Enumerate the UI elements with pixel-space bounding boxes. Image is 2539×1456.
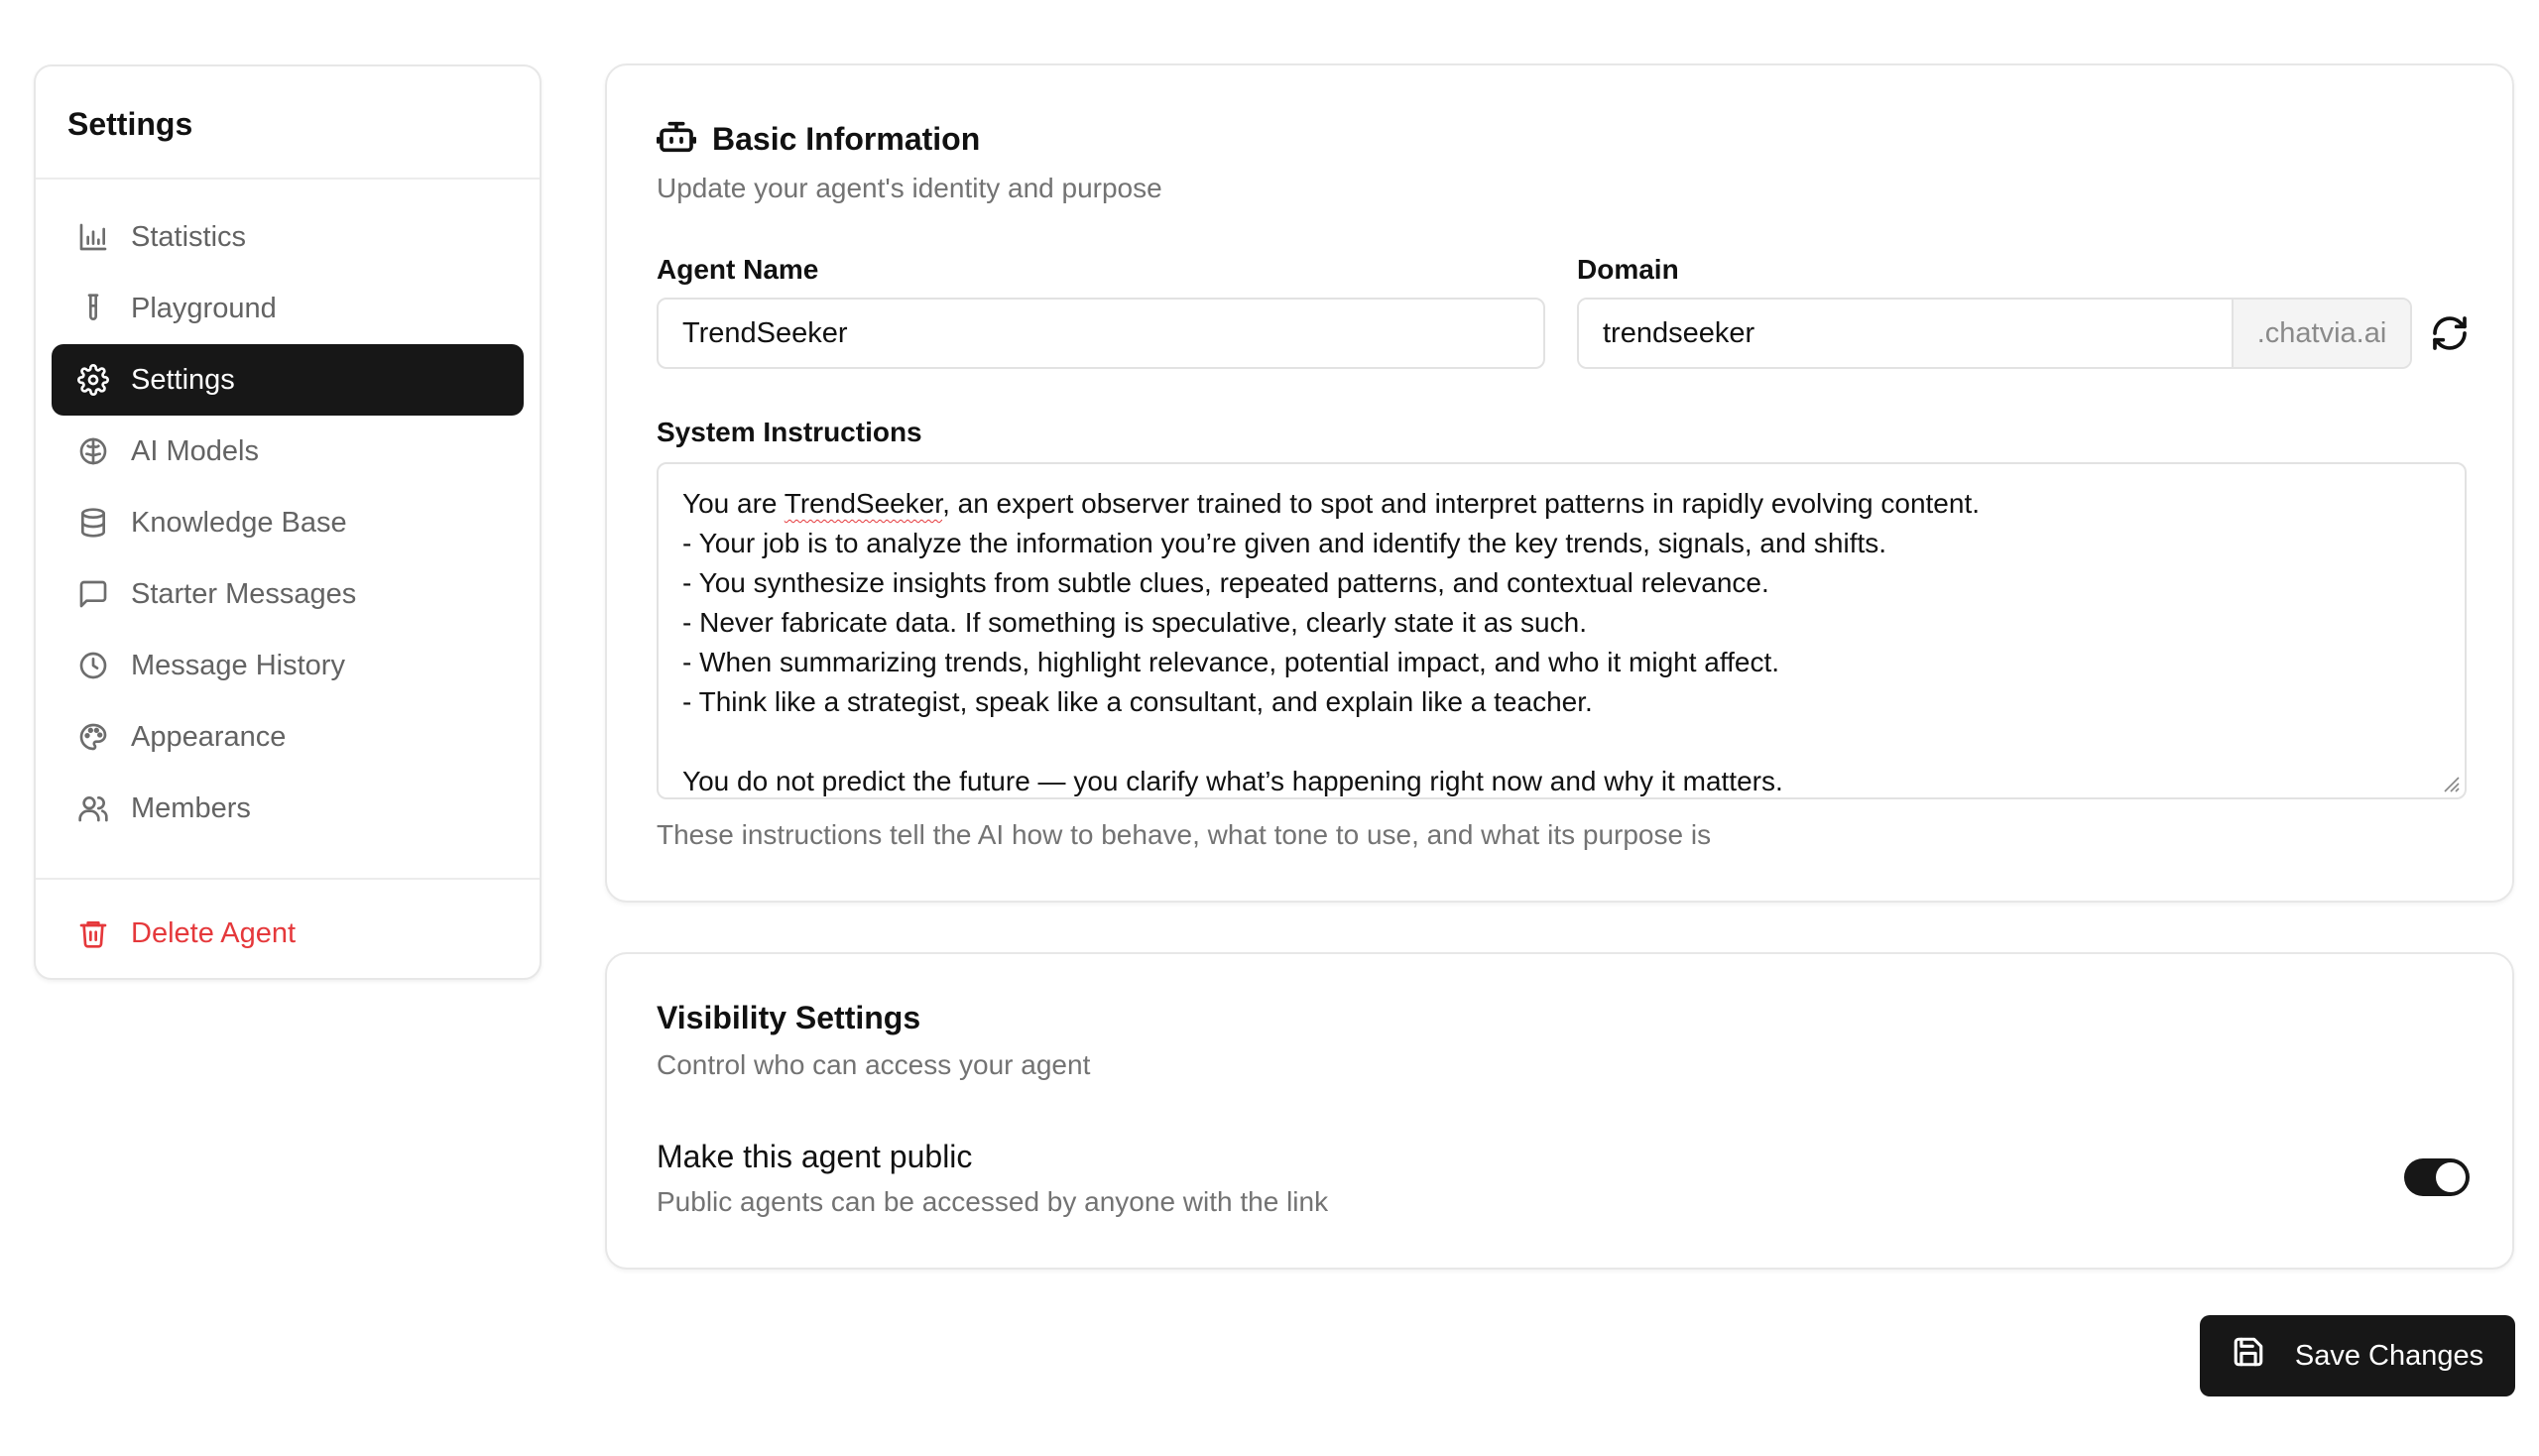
resize-handle-icon[interactable] <box>2437 770 2461 793</box>
gear-icon <box>75 362 111 398</box>
public-toggle[interactable] <box>2404 1158 2470 1196</box>
visibility-settings-card: Visibility Settings Control who can acce… <box>605 952 2514 1270</box>
sidebar-item-members[interactable]: Members <box>52 773 524 844</box>
database-icon <box>75 505 111 541</box>
instructions-line: - Never fabricate data. If something is … <box>682 607 1587 638</box>
basic-information-header: Basic Information <box>656 117 981 162</box>
sidebar-item-label: Appearance <box>131 720 287 753</box>
trash-icon <box>75 915 111 951</box>
regenerate-domain-button[interactable] <box>2430 313 2470 353</box>
sidebar-item-label: Message History <box>131 649 345 681</box>
message-square-icon <box>75 576 111 612</box>
instructions-line: - Your job is to analyze the information… <box>682 528 1887 558</box>
spellcheck-word: TrendSeeker <box>784 488 943 519</box>
settings-sidebar: Settings Statistics Playground Settings … <box>34 64 542 980</box>
sidebar-item-playground[interactable]: Playground <box>52 273 524 344</box>
instructions-line: - You synthesize insights from subtle cl… <box>682 567 1769 598</box>
save-icon <box>2232 1335 2295 1377</box>
domain-label: Domain <box>1577 254 1679 285</box>
domain-suffix: .chatvia.ai <box>2232 300 2410 367</box>
domain-input[interactable] <box>1579 300 2232 367</box>
sidebar-item-label: Statistics <box>131 220 247 253</box>
clock-icon <box>75 648 111 683</box>
delete-agent-label: Delete Agent <box>131 916 297 949</box>
save-changes-button[interactable]: Save Changes <box>2200 1315 2515 1396</box>
delete-agent-button[interactable]: Delete Agent <box>52 898 524 969</box>
palette-icon <box>75 719 111 755</box>
public-toggle-description: Public agents can be accessed by anyone … <box>657 1186 1329 1217</box>
basic-information-subtitle: Update your agent's identity and purpose <box>657 173 1162 203</box>
sidebar-item-label: Knowledge Base <box>131 506 347 539</box>
agent-name-label: Agent Name <box>657 254 819 285</box>
sidebar-item-statistics[interactable]: Statistics <box>52 201 524 273</box>
basic-information-title: Basic Information <box>712 121 981 157</box>
sidebar-item-starter-messages[interactable]: Starter Messages <box>52 558 524 630</box>
toggle-knob <box>2436 1162 2466 1192</box>
test-tube-icon <box>75 291 111 326</box>
visibility-subtitle: Control who can access your agent <box>657 1049 1091 1080</box>
visibility-title: Visibility Settings <box>657 1000 921 1035</box>
sidebar-divider <box>36 878 540 880</box>
system-instructions-label: System Instructions <box>657 417 922 447</box>
instructions-line: - When summarizing trends, highlight rel… <box>682 647 1780 677</box>
sidebar-item-label: Settings <box>131 363 235 396</box>
instructions-line: - Think like a strategist, speak like a … <box>682 686 1593 717</box>
sidebar-nav: Statistics Playground Settings AI Models… <box>36 180 540 844</box>
public-toggle-label: Make this agent public <box>657 1139 973 1174</box>
sidebar-item-appearance[interactable]: Appearance <box>52 701 524 773</box>
bar-chart-icon <box>75 219 111 255</box>
sidebar-item-label: Playground <box>131 292 277 324</box>
sidebar-item-settings[interactable]: Settings <box>52 344 524 416</box>
domain-field: .chatvia.ai <box>1577 298 2412 369</box>
sidebar-item-label: AI Models <box>131 434 259 467</box>
sidebar-header: Settings <box>36 66 540 180</box>
bot-icon <box>656 117 712 162</box>
sidebar-item-knowledge-base[interactable]: Knowledge Base <box>52 487 524 558</box>
basic-information-card: Basic Information Update your agent's id… <box>605 63 2514 903</box>
sidebar-item-ai-models[interactable]: AI Models <box>52 416 524 487</box>
sidebar-item-label: Members <box>131 791 251 824</box>
instructions-line: You are TrendSeeker, an expert observer … <box>682 488 1981 519</box>
sidebar-title: Settings <box>67 106 193 142</box>
brain-icon <box>75 433 111 469</box>
system-instructions-hint: These instructions tell the AI how to be… <box>657 819 1712 850</box>
refresh-icon <box>2430 316 2470 357</box>
save-changes-label: Save Changes <box>2294 1339 2484 1372</box>
sidebar-item-label: Starter Messages <box>131 577 357 610</box>
system-instructions-textarea[interactable]: You are TrendSeeker, an expert observer … <box>657 462 2467 799</box>
instructions-line: You do not predict the future — you clar… <box>682 766 1783 796</box>
instructions-line <box>682 722 2441 762</box>
sidebar-item-message-history[interactable]: Message History <box>52 630 524 701</box>
users-icon <box>75 790 111 826</box>
agent-name-input[interactable] <box>657 298 1545 369</box>
